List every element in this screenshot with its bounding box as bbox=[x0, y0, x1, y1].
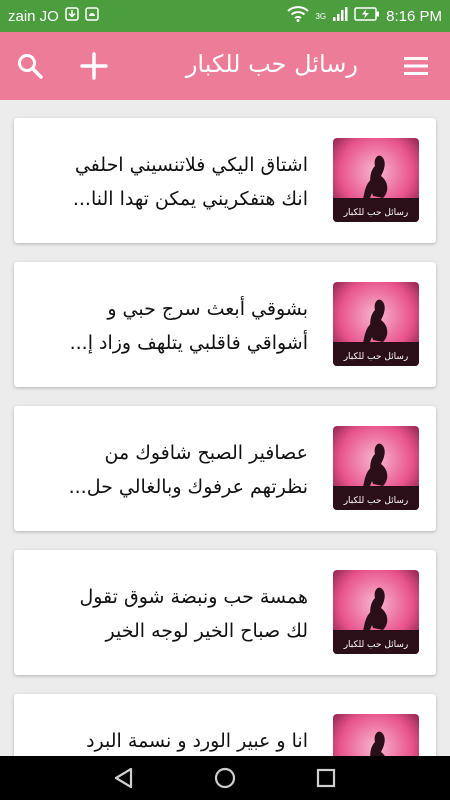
message-text: بشوقي أبعث سرج حبي و أشواقي فاقلبي يتلهف… bbox=[18, 292, 308, 360]
message-line: نظرتهم عرفوك وبالغالي حل... bbox=[68, 476, 308, 498]
app-title: رسائل حب للكبار bbox=[185, 50, 358, 78]
network-type: 3G bbox=[315, 11, 327, 21]
message-thumbnail: رسائل حب للكبار bbox=[333, 426, 419, 510]
battery-icon bbox=[354, 7, 380, 25]
thumbnail-caption: رسائل حب للكبار bbox=[343, 208, 409, 218]
status-bar: zain JO 3G 8:16 PM bbox=[0, 0, 450, 32]
thumbnail-caption: رسائل حب للكبار bbox=[343, 352, 409, 362]
message-card[interactable]: رسائل حب للكبار بشوقي أبعث سرج حبي و أشو… bbox=[14, 262, 436, 387]
message-card[interactable]: رسائل حب للكبار همسة حب ونبضة شوق تقول ل… bbox=[14, 550, 436, 675]
message-text: انا و عبير الورد و نسمة البرد bbox=[18, 724, 308, 756]
message-card[interactable]: رسائل حب للكبار اشتاق اليكي فلاتنسيني اح… bbox=[14, 118, 436, 243]
message-text: عصافير الصبح شافوك من نظرتهم عرفوك وبالغ… bbox=[18, 436, 308, 504]
message-list: رسائل حب للكبار اشتاق اليكي فلاتنسيني اح… bbox=[0, 100, 450, 756]
message-line: همسة حب ونبضة شوق تقول bbox=[79, 586, 308, 608]
search-icon[interactable] bbox=[16, 52, 44, 80]
message-text: همسة حب ونبضة شوق تقول لك صباح الخير لوج… bbox=[18, 580, 308, 648]
message-text: اشتاق اليكي فلاتنسيني احلفي انك هتفكريني… bbox=[18, 148, 308, 216]
message-line: لك صباح الخير لوجه الخير bbox=[105, 620, 308, 642]
add-icon[interactable] bbox=[78, 50, 110, 82]
wifi-icon bbox=[287, 6, 310, 26]
thumbnail-caption: رسائل حب للكبار bbox=[343, 496, 409, 506]
download-icon bbox=[65, 7, 79, 25]
message-line: انك هتفكريني يمكن تهدا النا... bbox=[72, 188, 308, 210]
carrier-label: zain JO bbox=[8, 7, 59, 25]
message-line: انا و عبير الورد و نسمة البرد bbox=[86, 730, 308, 752]
clock: 8:16 PM bbox=[386, 7, 442, 25]
message-thumbnail: رسائل حب للكبار bbox=[333, 570, 419, 654]
home-icon[interactable] bbox=[213, 766, 237, 790]
navigation-bar bbox=[0, 756, 450, 800]
message-line: عصافير الصبح شافوك من bbox=[104, 442, 308, 464]
recents-icon[interactable] bbox=[314, 766, 338, 790]
message-line: أشواقي فاقلبي يتلهف وزاد إ... bbox=[69, 332, 308, 354]
message-thumbnail: رسائل حب للكبار bbox=[333, 282, 419, 366]
message-line: بشوقي أبعث سرج حبي و bbox=[107, 298, 308, 320]
message-thumbnail: رسائل حب للكبار bbox=[333, 714, 419, 756]
message-line: اشتاق اليكي فلاتنسيني احلفي bbox=[74, 154, 308, 176]
message-card[interactable]: رسائل حب للكبار انا و عبير الورد و نسمة … bbox=[14, 694, 436, 756]
menu-icon[interactable] bbox=[402, 54, 430, 78]
message-card[interactable]: رسائل حب للكبار عصافير الصبح شافوك من نظ… bbox=[14, 406, 436, 531]
message-thumbnail: رسائل حب للكبار bbox=[333, 138, 419, 222]
thumbnail-caption: رسائل حب للكبار bbox=[343, 640, 409, 650]
signal-icon bbox=[332, 6, 348, 26]
back-icon[interactable] bbox=[112, 766, 136, 790]
android-icon bbox=[85, 7, 99, 25]
app-bar: رسائل حب للكبار bbox=[0, 32, 450, 100]
